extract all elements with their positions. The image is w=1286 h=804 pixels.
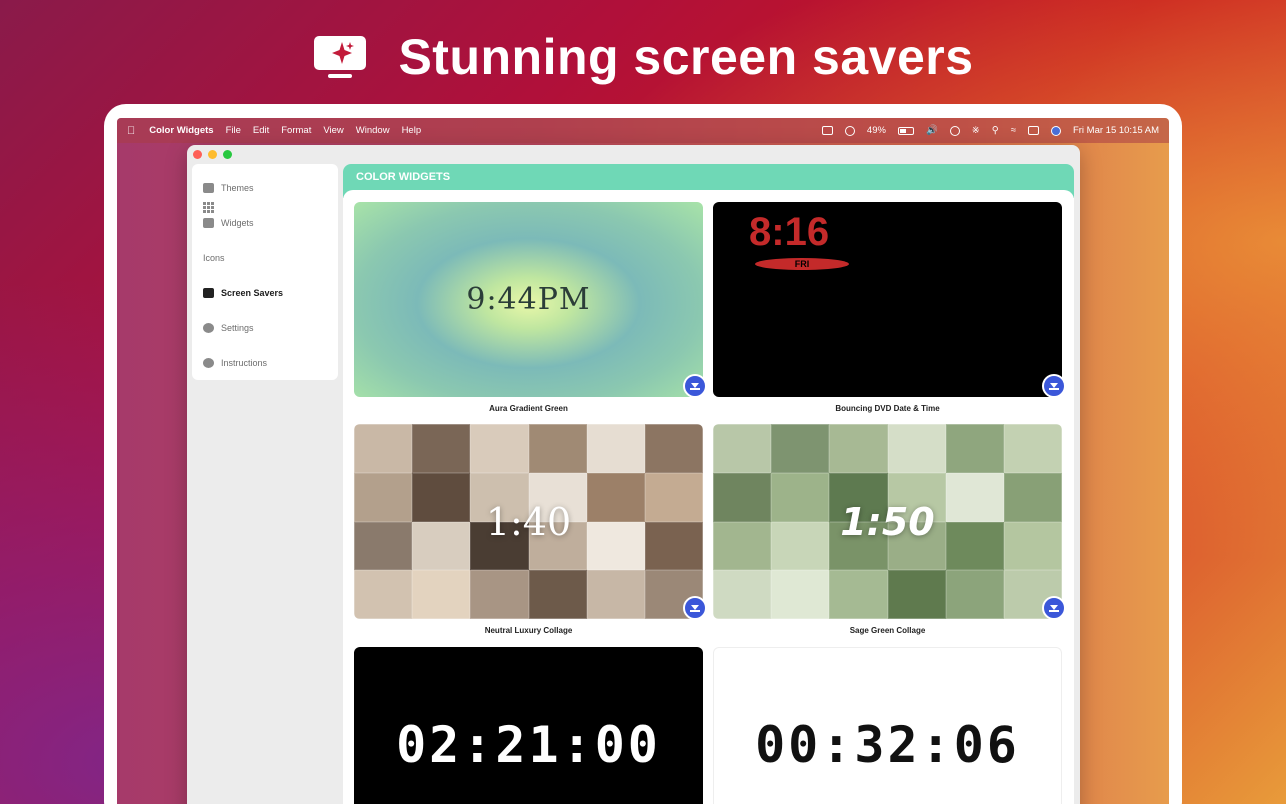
gear-icon (203, 322, 214, 333)
card-sage-green-collage[interactable]: 1:50 Sage Green Collage (713, 424, 1066, 635)
card-caption: Neutral Luxury Collage (484, 626, 573, 635)
card-thumbnail[interactable]: 1:40 (354, 424, 703, 619)
thumbnail-time: 00:32:06 (755, 715, 1020, 774)
download-icon[interactable] (683, 596, 707, 620)
download-icon[interactable] (683, 374, 707, 398)
window-controls (193, 150, 232, 159)
wifi-icon[interactable]: ≈ (1011, 125, 1016, 136)
time-machine-icon[interactable] (844, 125, 855, 136)
menu-window[interactable]: Window (356, 125, 390, 136)
sidebar-item-label: Screen Savers (221, 287, 284, 298)
thumbnail-time: 1:50 (713, 424, 1062, 619)
menu-help[interactable]: Help (402, 125, 422, 136)
battery-icon[interactable] (897, 126, 914, 135)
card-thumbnail[interactable]: 9:44PM (354, 202, 703, 397)
card-caption: Sage Green Collage (849, 626, 926, 635)
card-digital-clock-white[interactable]: 00:32:06 (713, 647, 1062, 804)
app-window: Themes Widgets Icons Screen Savers Setti… (187, 145, 1080, 804)
card-digital-clock-black[interactable]: 02:21:00 (354, 647, 703, 804)
card-thumbnail[interactable]: 8:16 FRI (713, 202, 1062, 397)
play-icon[interactable] (949, 125, 960, 136)
sidebar: Themes Widgets Icons Screen Savers Setti… (192, 164, 338, 380)
sidebar-item-icons[interactable]: Icons (192, 202, 338, 275)
headline-text: Stunning screen savers (398, 29, 974, 85)
card-aura-gradient-green[interactable]: 9:44PM Aura Gradient Green (354, 202, 707, 413)
menu-format[interactable]: Format (281, 125, 311, 136)
card-caption: Aura Gradient Green (489, 404, 568, 413)
thumbnail-time: 8:16 (749, 210, 830, 254)
help-icon (203, 357, 214, 368)
sidebar-item-label: Instructions (221, 357, 268, 368)
siri-icon[interactable] (1050, 125, 1061, 136)
status-area: 49% 🔊 ※ ⚲ ≈ Fri Mar 15 10:15 AM (821, 125, 1159, 136)
sidebar-item-instructions[interactable]: Instructions (192, 345, 338, 380)
sidebar-item-settings[interactable]: Settings (192, 310, 338, 345)
bluetooth-icon[interactable]: ※ (972, 125, 980, 136)
menu-file[interactable]: File (226, 125, 241, 136)
menu-edit[interactable]: Edit (253, 125, 269, 136)
screen-saver-icon (203, 287, 214, 298)
search-icon[interactable]: ⚲ (992, 125, 999, 136)
battery-percent: 49% (866, 125, 886, 136)
sidebar-item-label: Widgets (221, 217, 254, 228)
monitor-sparkle-icon (312, 33, 368, 81)
menu-view[interactable]: View (323, 125, 343, 136)
thumbnail-time: 02:21:00 (396, 715, 661, 774)
menu-app-name[interactable]: Color Widgets (149, 125, 213, 136)
app-tray-icon[interactable] (821, 126, 833, 135)
sidebar-item-themes[interactable]: Themes (192, 170, 338, 205)
sidebar-item-label: Settings (221, 322, 254, 333)
control-center-icon[interactable] (1027, 126, 1039, 135)
zoom-button[interactable] (223, 150, 232, 159)
sidebar-item-label: Themes (221, 182, 254, 193)
widgets-icon (203, 217, 214, 228)
main-content: COLOR WIDGETS 9:44PM Aura Gradient Green… (343, 164, 1074, 804)
card-neutral-luxury-collage[interactable]: 1:40 Neutral Luxury Collage (354, 424, 707, 635)
sidebar-item-screen-savers[interactable]: Screen Savers (192, 275, 338, 310)
minimize-button[interactable] (208, 150, 217, 159)
thumbnail-time: 1:40 (354, 424, 703, 619)
themes-icon (203, 182, 214, 193)
headline: Stunning screen savers (0, 28, 1286, 86)
apple-icon[interactable]:  (127, 125, 135, 137)
main-header: COLOR WIDGETS (343, 164, 1074, 204)
card-thumbnail[interactable]: 1:50 (713, 424, 1062, 619)
sidebar-item-label: Icons (203, 252, 225, 263)
main-header-title: COLOR WIDGETS (356, 171, 451, 183)
card-thumbnail[interactable]: 00:32:06 (713, 647, 1062, 804)
card-thumbnail[interactable]: 02:21:00 (354, 647, 703, 804)
thumbnail-time: 9:44PM (466, 282, 591, 317)
thumbnail-day: FRI (755, 258, 849, 270)
card-caption: Bouncing DVD Date & Time (835, 404, 940, 413)
download-icon[interactable] (1042, 374, 1066, 398)
desktop-screen:  Color Widgets File Edit Format View Wi… (117, 118, 1169, 804)
card-bouncing-dvd[interactable]: 8:16 FRI Bouncing DVD Date & Time (713, 202, 1066, 413)
close-button[interactable] (193, 150, 202, 159)
volume-icon[interactable]: 🔊 (926, 125, 938, 136)
menu-bar:  Color Widgets File Edit Format View Wi… (117, 118, 1169, 143)
download-icon[interactable] (1042, 596, 1066, 620)
menubar-clock[interactable]: Fri Mar 15 10:15 AM (1073, 125, 1159, 136)
